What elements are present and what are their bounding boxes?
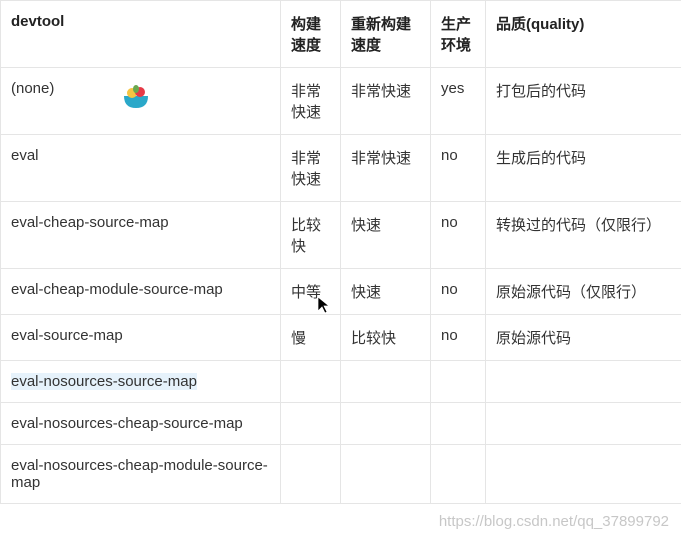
production-cell: no <box>431 315 486 361</box>
devtool-cell: eval-nosources-cheap-source-map <box>1 403 281 445</box>
build-speed-cell: 慢 <box>281 315 341 361</box>
production-cell: yes <box>431 68 486 135</box>
devtool-cell: eval-cheap-module-source-map <box>1 269 281 315</box>
fruit-bowl-icon <box>120 80 152 112</box>
table-row: eval-source-map慢比较快no原始源代码 <box>1 315 681 361</box>
quality-cell <box>486 361 681 403</box>
quality-cell: 生成后的代码 <box>486 135 681 202</box>
rebuild-speed-cell: 比较快 <box>341 315 431 361</box>
rebuild-speed-cell: 快速 <box>341 269 431 315</box>
table-row: (none)非常快速非常快速yes打包后的代码 <box>1 68 681 135</box>
table-row: eval-cheap-module-source-map中等快速no原始源代码（… <box>1 269 681 315</box>
devtool-cell: eval-source-map <box>1 315 281 361</box>
quality-cell: 原始源代码（仅限行） <box>486 269 681 315</box>
quality-cell: 打包后的代码 <box>486 68 681 135</box>
build-speed-cell: 非常快速 <box>281 135 341 202</box>
table-row: eval-cheap-source-map比较快快速no转换过的代码（仅限行） <box>1 202 681 269</box>
rebuild-speed-cell <box>341 445 431 504</box>
table-row: eval-nosources-source-map <box>1 361 681 403</box>
table-body: (none)非常快速非常快速yes打包后的代码eval非常快速非常快速no生成后… <box>1 68 681 504</box>
devtool-cell: eval-nosources-cheap-module-source-map <box>1 445 281 504</box>
header-devtool: devtool <box>1 1 281 68</box>
quality-cell <box>486 445 681 504</box>
table-row: eval非常快速非常快速no生成后的代码 <box>1 135 681 202</box>
production-cell <box>431 361 486 403</box>
devtool-cell: eval <box>1 135 281 202</box>
watermark-text: https://blog.csdn.net/qq_37899792 <box>439 513 669 530</box>
build-speed-cell: 比较快 <box>281 202 341 269</box>
production-cell <box>431 445 486 504</box>
rebuild-speed-cell <box>341 403 431 445</box>
build-speed-cell <box>281 445 341 504</box>
build-speed-cell <box>281 403 341 445</box>
rebuild-speed-cell <box>341 361 431 403</box>
build-speed-cell <box>281 361 341 403</box>
quality-cell <box>486 403 681 445</box>
header-build-speed: 构建速度 <box>281 1 341 68</box>
mouse-cursor-icon <box>317 296 331 314</box>
header-quality: 品质(quality) <box>486 1 681 68</box>
production-cell: no <box>431 269 486 315</box>
highlighted-text: eval-nosources-source-map <box>11 373 197 390</box>
table-header-row: devtool 构建速度 重新构建速度 生产环境 品质(quality) <box>1 1 681 68</box>
devtool-cell: eval-nosources-source-map <box>1 361 281 403</box>
header-production: 生产环境 <box>431 1 486 68</box>
devtool-cell: eval-cheap-source-map <box>1 202 281 269</box>
table-row: eval-nosources-cheap-module-source-map <box>1 445 681 504</box>
quality-cell: 转换过的代码（仅限行） <box>486 202 681 269</box>
rebuild-speed-cell: 非常快速 <box>341 135 431 202</box>
production-cell: no <box>431 202 486 269</box>
rebuild-speed-cell: 快速 <box>341 202 431 269</box>
rebuild-speed-cell: 非常快速 <box>341 68 431 135</box>
production-cell <box>431 403 486 445</box>
table-row: eval-nosources-cheap-source-map <box>1 403 681 445</box>
devtool-comparison-table: devtool 构建速度 重新构建速度 生产环境 品质(quality) (no… <box>0 0 681 504</box>
header-rebuild-speed: 重新构建速度 <box>341 1 431 68</box>
build-speed-cell: 中等 <box>281 269 341 315</box>
production-cell: no <box>431 135 486 202</box>
quality-cell: 原始源代码 <box>486 315 681 361</box>
build-speed-cell: 非常快速 <box>281 68 341 135</box>
